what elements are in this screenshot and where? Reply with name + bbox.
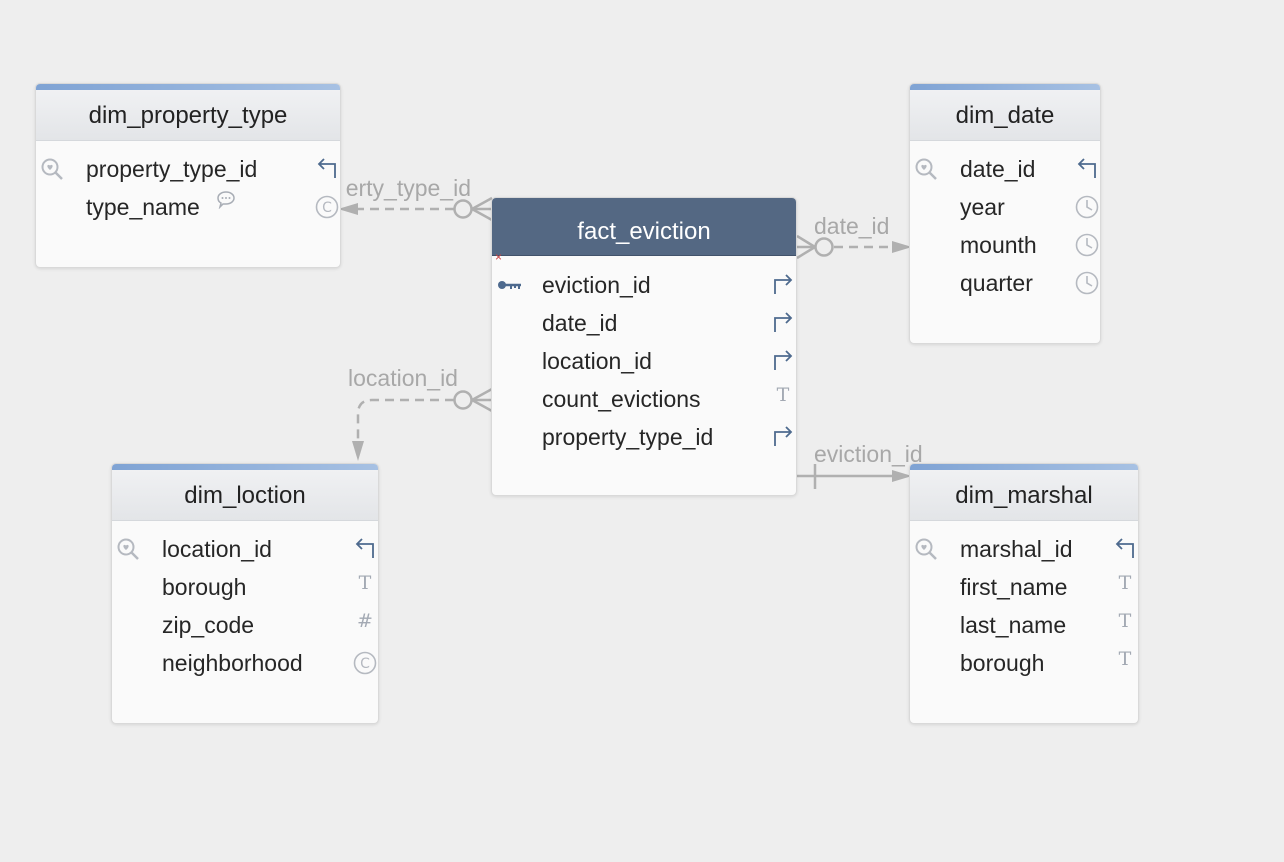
field-row-date-id[interactable]: date_id xyxy=(910,150,1100,188)
text-icon: T xyxy=(358,572,372,594)
magnifier-icon xyxy=(915,538,937,560)
entity-dim-loction[interactable]: dim_loction location_id borough T zip_co… xyxy=(111,463,379,724)
svg-text:C: C xyxy=(322,200,332,216)
field-row-year[interactable]: year xyxy=(910,188,1100,226)
field-name: first_name xyxy=(960,574,1068,600)
diagram-canvas[interactable]: erty_type_id date_id location_id evictio… xyxy=(0,0,1284,862)
entity-title: dim_date xyxy=(910,90,1100,141)
entity-title: dim_marshal xyxy=(910,470,1138,521)
char-icon: C xyxy=(314,188,340,226)
field-name: property_type_id xyxy=(542,424,714,450)
clock-icon xyxy=(1074,226,1100,264)
comment-icon xyxy=(217,191,235,209)
field-row-property-type-id[interactable]: property_type_id xyxy=(492,418,796,456)
relationship-label-date: date_id xyxy=(814,213,889,239)
field-list: marshal_id first_name T last_name T boro… xyxy=(910,521,1138,682)
char-icon: C xyxy=(352,644,378,682)
close-mark-icon: × xyxy=(495,250,503,264)
field-row-location-id[interactable]: location_id xyxy=(492,342,796,380)
field-row-location-id[interactable]: location_id xyxy=(112,530,378,568)
field-list: × eviction_id date_id location_id count_… xyxy=(492,251,796,456)
field-row-eviction-id[interactable]: × eviction_id xyxy=(492,251,796,304)
primary-key-icon xyxy=(498,281,521,289)
svg-text:C: C xyxy=(360,656,370,672)
field-name: year xyxy=(960,194,1005,220)
field-name: date_id xyxy=(960,156,1036,182)
field-row-borough[interactable]: borough T xyxy=(112,568,378,606)
relationship-label-location: location_id xyxy=(348,365,458,391)
foreign-key-arrow-icon xyxy=(770,304,796,342)
magnifier-icon xyxy=(41,158,63,180)
field-row-neighborhood[interactable]: neighborhood C xyxy=(112,644,378,682)
field-row-first-name[interactable]: first_name T xyxy=(910,568,1138,606)
entity-fact-eviction[interactable]: fact_eviction × eviction_id date_id loca… xyxy=(491,197,797,496)
key-ref-icon xyxy=(1112,530,1138,568)
text-icon: T xyxy=(1118,572,1132,594)
clock-icon xyxy=(1074,264,1100,302)
text-icon: T xyxy=(1118,610,1132,632)
key-ref-icon xyxy=(352,530,378,568)
key-ref-icon xyxy=(314,150,340,188)
entity-dim-date[interactable]: dim_date date_id year mounth quarter xyxy=(909,83,1101,344)
clock-icon xyxy=(1074,188,1100,226)
field-row-borough[interactable]: borough T xyxy=(910,644,1138,682)
field-name: location_id xyxy=(162,536,272,562)
text-icon: T xyxy=(1118,648,1132,670)
text-icon: T xyxy=(776,384,790,406)
entity-dim-property-type[interactable]: dim_property_type property_type_id type_… xyxy=(35,83,341,268)
field-name: zip_code xyxy=(162,612,255,638)
field-list: property_type_id type_name C xyxy=(36,141,340,226)
relationship-label-marshal: eviction_id xyxy=(814,441,923,467)
field-list: date_id year mounth quarter xyxy=(910,141,1100,302)
field-name: date_id xyxy=(542,310,618,336)
field-name: borough xyxy=(960,650,1045,676)
magnifier-icon xyxy=(915,158,937,180)
field-row-property-type-id[interactable]: property_type_id xyxy=(36,150,340,188)
key-ref-icon xyxy=(1074,150,1100,188)
field-row-date-id[interactable]: date_id xyxy=(492,304,796,342)
field-row-count-evictions[interactable]: count_evictions T xyxy=(492,380,796,418)
field-name: count_evictions xyxy=(542,386,701,412)
field-name: eviction_id xyxy=(542,272,651,298)
field-name: neighborhood xyxy=(162,650,303,676)
field-row-quarter[interactable]: quarter xyxy=(910,264,1100,302)
relationship-property-type[interactable]: erty_type_id xyxy=(338,175,493,222)
relationship-label-property-type: erty_type_id xyxy=(346,175,471,201)
field-row-mounth[interactable]: mounth xyxy=(910,226,1100,264)
relationship-location[interactable]: location_id xyxy=(348,365,493,461)
field-name: mounth xyxy=(960,232,1037,258)
foreign-key-arrow-icon xyxy=(770,418,796,456)
field-name: type_name xyxy=(86,194,200,220)
field-row-last-name[interactable]: last_name T xyxy=(910,606,1138,644)
hash-icon: # xyxy=(357,610,373,632)
field-row-marshal-id[interactable]: marshal_id xyxy=(910,530,1138,568)
foreign-key-arrow-icon xyxy=(770,266,796,304)
field-name: property_type_id xyxy=(86,156,258,182)
field-name: quarter xyxy=(960,270,1033,296)
relationship-date[interactable]: date_id xyxy=(796,213,912,260)
foreign-key-arrow-icon xyxy=(770,342,796,380)
magnifier-icon xyxy=(117,538,139,560)
relationship-marshal[interactable]: eviction_id xyxy=(797,441,923,489)
field-row-zip-code[interactable]: zip_code # xyxy=(112,606,378,644)
field-name: location_id xyxy=(542,348,652,374)
entity-title: fact_eviction xyxy=(492,198,796,256)
entity-title: dim_property_type xyxy=(36,90,340,141)
field-name: marshal_id xyxy=(960,536,1073,562)
field-list: location_id borough T zip_code # neighbo… xyxy=(112,521,378,682)
field-row-type-name[interactable]: type_name C xyxy=(36,188,340,226)
field-name: last_name xyxy=(960,612,1067,638)
entity-title: dim_loction xyxy=(112,470,378,521)
entity-dim-marshal[interactable]: dim_marshal marshal_id first_name T last… xyxy=(909,463,1139,724)
field-name: borough xyxy=(162,574,247,600)
